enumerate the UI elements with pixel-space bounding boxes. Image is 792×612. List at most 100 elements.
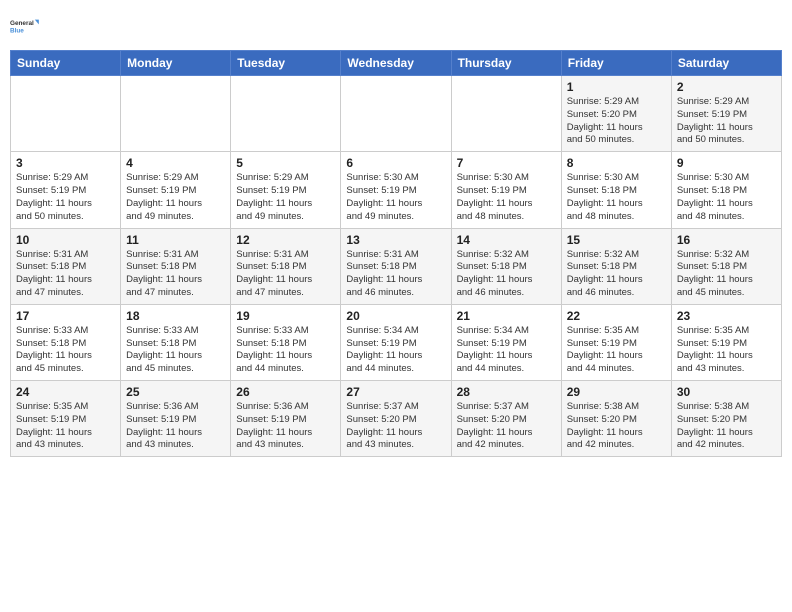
calendar-cell: 27 Sunrise: 5:37 AM Sunset: 5:20 PM Dayli… [341,381,451,457]
day-number: 19 [236,309,335,323]
svg-text:Blue: Blue [10,27,24,34]
week-row-1: 1 Sunrise: 5:29 AM Sunset: 5:20 PM Daylig… [11,76,782,152]
day-number: 29 [567,385,666,399]
day-number: 26 [236,385,335,399]
header-monday: Monday [121,51,231,76]
calendar-cell: 12Sunrise: 5:31 AM Sunset: 5:18 PM Dayli… [231,228,341,304]
day-info: Sunrise: 5:29 AM Sunset: 5:20 PM Dayligh… [567,96,666,147]
calendar-cell: 18 Sunrise: 5:33 AM Sunset: 5:18 PM Dayli… [121,304,231,380]
calendar-cell: 24 Sunrise: 5:35 AM Sunset: 5:19 PM Dayli… [11,381,121,457]
calendar-cell: 16 Sunrise: 5:32 AM Sunset: 5:18 PM Dayli… [671,228,781,304]
calendar-cell: 30 Sunrise: 5:38 AM Sunset: 5:20 PM Dayli… [671,381,781,457]
day-number: 18 [126,309,225,323]
header-friday: Friday [561,51,671,76]
day-info: Sunrise: 5:37 AM Sunset: 5:20 PM Dayligh… [457,401,556,452]
day-number: 30 [677,385,776,399]
calendar-cell: 5 Sunrise: 5:29 AM Sunset: 5:19 PM Daylig… [231,152,341,228]
day-number: 4 [126,156,225,170]
header-thursday: Thursday [451,51,561,76]
day-number: 27 [346,385,445,399]
day-info: Sunrise: 5:29 AM Sunset: 5:19 PM Dayligh… [677,96,776,147]
day-number: 8 [567,156,666,170]
day-info: Sunrise: 5:29 AM Sunset: 5:19 PM Dayligh… [126,172,225,223]
day-number: 6 [346,156,445,170]
day-info: Sunrise: 5:30 AM Sunset: 5:18 PM Dayligh… [677,172,776,223]
day-number: 13 [346,233,445,247]
day-number: 25 [126,385,225,399]
day-info: Sunrise: 5:36 AM Sunset: 5:19 PM Dayligh… [236,401,335,452]
calendar-cell: 2 Sunrise: 5:29 AM Sunset: 5:19 PM Daylig… [671,76,781,152]
day-number: 7 [457,156,556,170]
header-tuesday: Tuesday [231,51,341,76]
day-info: Sunrise: 5:37 AM Sunset: 5:20 PM Dayligh… [346,401,445,452]
day-number: 20 [346,309,445,323]
day-number: 9 [677,156,776,170]
calendar-cell: 11 Sunrise: 5:31 AM Sunset: 5:18 PM Dayli… [121,228,231,304]
day-info: Sunrise: 5:33 AM Sunset: 5:18 PM Dayligh… [126,325,225,376]
week-row-4: 17Sunrise: 5:33 AM Sunset: 5:18 PM Dayli… [11,304,782,380]
day-info: Sunrise: 5:30 AM Sunset: 5:19 PM Dayligh… [346,172,445,223]
day-info: Sunrise: 5:31 AM Sunset: 5:18 PM Dayligh… [346,249,445,300]
calendar-cell: 28 Sunrise: 5:37 AM Sunset: 5:20 PM Dayli… [451,381,561,457]
calendar-cell: 25 Sunrise: 5:36 AM Sunset: 5:19 PM Dayli… [121,381,231,457]
calendar-cell: 19 Sunrise: 5:33 AM Sunset: 5:18 PM Dayli… [231,304,341,380]
header: GeneralBlue [10,10,782,42]
day-info: Sunrise: 5:35 AM Sunset: 5:19 PM Dayligh… [677,325,776,376]
calendar-cell: 7 Sunrise: 5:30 AM Sunset: 5:19 PM Daylig… [451,152,561,228]
calendar-cell: 20 Sunrise: 5:34 AM Sunset: 5:19 PM Dayli… [341,304,451,380]
calendar-cell: 8Sunrise: 5:30 AM Sunset: 5:18 PM Daylig… [561,152,671,228]
calendar-cell: 9 Sunrise: 5:30 AM Sunset: 5:18 PM Daylig… [671,152,781,228]
logo: GeneralBlue [10,10,42,42]
day-info: Sunrise: 5:38 AM Sunset: 5:20 PM Dayligh… [677,401,776,452]
day-info: Sunrise: 5:36 AM Sunset: 5:19 PM Dayligh… [126,401,225,452]
day-number: 14 [457,233,556,247]
day-number: 5 [236,156,335,170]
calendar-cell: 23 Sunrise: 5:35 AM Sunset: 5:19 PM Dayli… [671,304,781,380]
day-info: Sunrise: 5:29 AM Sunset: 5:19 PM Dayligh… [16,172,115,223]
day-number: 11 [126,233,225,247]
day-number: 21 [457,309,556,323]
day-info: Sunrise: 5:29 AM Sunset: 5:19 PM Dayligh… [236,172,335,223]
calendar-cell: 6 Sunrise: 5:30 AM Sunset: 5:19 PM Daylig… [341,152,451,228]
header-wednesday: Wednesday [341,51,451,76]
day-number: 2 [677,80,776,94]
header-sunday: Sunday [11,51,121,76]
day-number: 10 [16,233,115,247]
day-number: 23 [677,309,776,323]
calendar-cell: 22Sunrise: 5:35 AM Sunset: 5:19 PM Dayli… [561,304,671,380]
calendar-cell: 3 Sunrise: 5:29 AM Sunset: 5:19 PM Daylig… [11,152,121,228]
day-info: Sunrise: 5:31 AM Sunset: 5:18 PM Dayligh… [236,249,335,300]
day-info: Sunrise: 5:32 AM Sunset: 5:18 PM Dayligh… [677,249,776,300]
day-info: Sunrise: 5:32 AM Sunset: 5:18 PM Dayligh… [457,249,556,300]
calendar-cell: 21 Sunrise: 5:34 AM Sunset: 5:19 PM Dayli… [451,304,561,380]
svg-text:General: General [10,20,34,27]
day-number: 16 [677,233,776,247]
day-info: Sunrise: 5:34 AM Sunset: 5:19 PM Dayligh… [457,325,556,376]
calendar-cell [231,76,341,152]
day-info: Sunrise: 5:34 AM Sunset: 5:19 PM Dayligh… [346,325,445,376]
day-number: 1 [567,80,666,94]
calendar-cell: 1 Sunrise: 5:29 AM Sunset: 5:20 PM Daylig… [561,76,671,152]
calendar-cell [11,76,121,152]
week-row-5: 24 Sunrise: 5:35 AM Sunset: 5:19 PM Dayli… [11,381,782,457]
day-info: Sunrise: 5:31 AM Sunset: 5:18 PM Dayligh… [126,249,225,300]
calendar-cell [121,76,231,152]
logo-icon: GeneralBlue [10,10,42,42]
day-info: Sunrise: 5:30 AM Sunset: 5:19 PM Dayligh… [457,172,556,223]
calendar-table: SundayMondayTuesdayWednesdayThursdayFrid… [10,50,782,457]
day-info: Sunrise: 5:35 AM Sunset: 5:19 PM Dayligh… [16,401,115,452]
week-row-3: 10 Sunrise: 5:31 AM Sunset: 5:18 PM Dayli… [11,228,782,304]
day-info: Sunrise: 5:33 AM Sunset: 5:18 PM Dayligh… [236,325,335,376]
calendar-cell: 13 Sunrise: 5:31 AM Sunset: 5:18 PM Dayli… [341,228,451,304]
calendar-cell: 29 Sunrise: 5:38 AM Sunset: 5:20 PM Dayli… [561,381,671,457]
day-info: Sunrise: 5:38 AM Sunset: 5:20 PM Dayligh… [567,401,666,452]
day-number: 28 [457,385,556,399]
day-number: 15 [567,233,666,247]
day-info: Sunrise: 5:33 AM Sunset: 5:18 PM Dayligh… [16,325,115,376]
day-number: 3 [16,156,115,170]
header-saturday: Saturday [671,51,781,76]
calendar-cell [451,76,561,152]
calendar-header-row: SundayMondayTuesdayWednesdayThursdayFrid… [11,51,782,76]
calendar-cell: 17Sunrise: 5:33 AM Sunset: 5:18 PM Dayli… [11,304,121,380]
day-number: 24 [16,385,115,399]
